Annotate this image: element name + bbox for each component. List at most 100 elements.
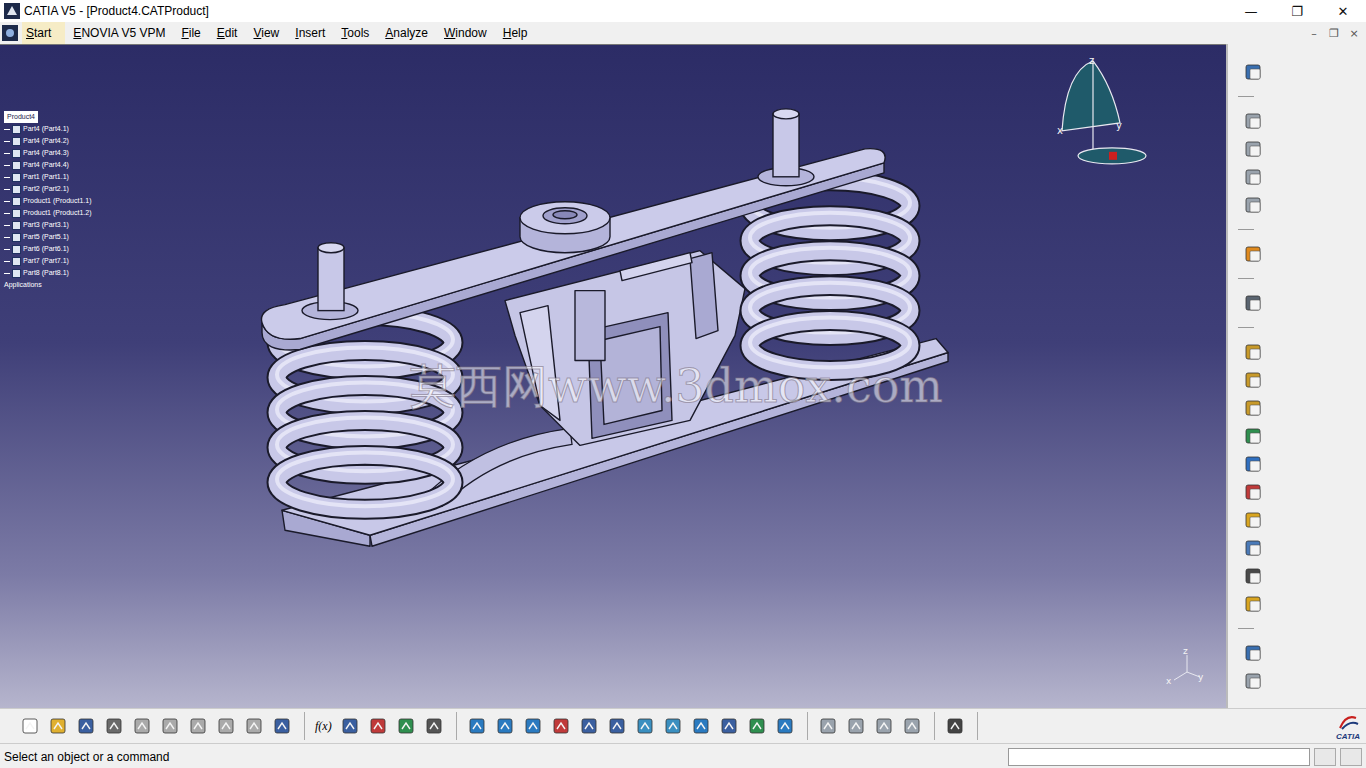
tool-icon[interactable] — [463, 712, 491, 740]
tree-item[interactable]: Part3 (Part3.1) — [4, 219, 91, 231]
tool-icon[interactable] — [1242, 534, 1266, 562]
menu-item[interactable]: Start — [22, 22, 65, 44]
tool-icon[interactable] — [715, 712, 743, 740]
tool-icon[interactable] — [72, 712, 100, 740]
menu-item[interactable]: File — [173, 22, 208, 44]
tool-icon[interactable] — [870, 712, 898, 740]
status-button[interactable] — [1314, 748, 1336, 766]
tool-icon[interactable] — [1242, 191, 1266, 219]
menu-item[interactable]: Tools — [333, 22, 377, 44]
tool-icon[interactable] — [364, 712, 392, 740]
tree-item[interactable]: Part4 (Part4.2) — [4, 135, 91, 147]
menu-item[interactable]: Help — [495, 22, 536, 44]
tool-icon[interactable] — [687, 712, 715, 740]
3d-viewport[interactable]: 莫西网www.3dmox.comzxyzxy Product4 Part4 (P… — [0, 44, 1226, 708]
part-icon — [12, 209, 21, 218]
tree-item[interactable]: Part2 (Part2.1) — [4, 183, 91, 195]
menu-item[interactable]: View — [245, 22, 287, 44]
tool-icon[interactable] — [1242, 58, 1266, 86]
tool-icon[interactable] — [1242, 562, 1266, 590]
tree-item[interactable]: Product1 (Product1.1) — [4, 195, 91, 207]
top-plate[interactable] — [261, 149, 885, 350]
window-control-button[interactable]: — — [1228, 0, 1274, 22]
tree-item[interactable]: Part6 (Part6.1) — [4, 243, 91, 255]
formula-button[interactable]: f(x) — [311, 719, 336, 734]
tool-icon[interactable] — [771, 712, 799, 740]
tree-item[interactable]: Part8 (Part8.1) — [4, 267, 91, 279]
tool-icon[interactable] — [491, 712, 519, 740]
tool-icon[interactable] — [184, 712, 212, 740]
tool-icon[interactable] — [1242, 639, 1266, 667]
tree-item[interactable]: Part5 (Part5.1) — [4, 231, 91, 243]
window-control-button[interactable]: ❐ — [1274, 0, 1320, 22]
compass[interactable]: zxy — [1057, 55, 1146, 164]
menu-item[interactable]: Insert — [287, 22, 333, 44]
part-icon — [12, 245, 21, 254]
tool-icon[interactable] — [1242, 590, 1266, 618]
toolbar-group — [463, 712, 808, 740]
status-button[interactable] — [1340, 748, 1362, 766]
tool-icon[interactable] — [941, 712, 969, 740]
tool-icon[interactable] — [547, 712, 575, 740]
tree-item[interactable]: Part4 (Part4.4) — [4, 159, 91, 171]
tree-item[interactable]: Part1 (Part1.1) — [4, 171, 91, 183]
tool-icon[interactable] — [1242, 107, 1266, 135]
menu-item[interactable]: Analyze — [377, 22, 436, 44]
tree-item[interactable]: Part7 (Part7.1) — [4, 255, 91, 267]
tool-icon[interactable] — [268, 712, 296, 740]
left-pin[interactable] — [302, 243, 358, 320]
tool-icon[interactable] — [420, 712, 448, 740]
tree-root[interactable]: Product4 — [4, 111, 38, 123]
tool-icon[interactable] — [814, 712, 842, 740]
status-bar: Select an object or a command — [0, 743, 1366, 768]
right-pin[interactable] — [758, 109, 814, 186]
tool-icon[interactable] — [1242, 338, 1266, 366]
tool-icon[interactable] — [16, 712, 44, 740]
specification-tree[interactable]: Product4 Part4 (Part4.1) Part4 (Part4.2)… — [4, 111, 91, 291]
command-input[interactable] — [1008, 748, 1310, 766]
tool-icon[interactable] — [156, 712, 184, 740]
tool-icon[interactable] — [575, 712, 603, 740]
tool-icon[interactable] — [44, 712, 72, 740]
tool-icon[interactable] — [603, 712, 631, 740]
tool-icon[interactable] — [1242, 135, 1266, 163]
tree-item[interactable]: Part4 (Part4.3) — [4, 147, 91, 159]
tool-icon[interactable] — [1242, 422, 1266, 450]
tool-icon[interactable] — [1242, 289, 1266, 317]
document-control-button[interactable]: ❐ — [1328, 27, 1340, 40]
center-bracket[interactable] — [505, 251, 745, 446]
assembly-model[interactable]: 莫西网www.3dmox.comzxyzxy — [0, 45, 1226, 708]
tool-icon[interactable] — [100, 712, 128, 740]
tree-item[interactable]: Product1 (Product1.2) — [4, 207, 91, 219]
tool-icon[interactable] — [1242, 394, 1266, 422]
tool-icon[interactable] — [1242, 240, 1266, 268]
tool-icon[interactable] — [898, 712, 926, 740]
tool-icon[interactable] — [1242, 163, 1266, 191]
document-control-button[interactable]: × — [1348, 27, 1360, 40]
tree-applications[interactable]: Applications — [4, 279, 91, 291]
tool-icon[interactable] — [392, 712, 420, 740]
tool-icon[interactable] — [1242, 506, 1266, 534]
tool-icon[interactable] — [519, 712, 547, 740]
tool-icon[interactable] — [336, 712, 364, 740]
tool-icon[interactable] — [1242, 366, 1266, 394]
tool-icon[interactable] — [842, 712, 870, 740]
tool-icon[interactable] — [659, 712, 687, 740]
center-boss[interactable] — [520, 202, 610, 253]
window-control-button[interactable]: ✕ — [1320, 0, 1366, 22]
menu-item[interactable]: Window — [436, 22, 495, 44]
tree-branch — [4, 141, 10, 142]
tool-icon[interactable] — [1242, 450, 1266, 478]
menu-item[interactable]: ENOVIA V5 VPM — [65, 22, 173, 44]
tree-item[interactable]: Part4 (Part4.1) — [4, 123, 91, 135]
bottom-toolbar: f(x) CATIA — [0, 708, 1366, 743]
tool-icon[interactable] — [1242, 667, 1266, 695]
document-control-button[interactable]: – — [1308, 27, 1320, 40]
tool-icon[interactable] — [631, 712, 659, 740]
tool-icon[interactable] — [240, 712, 268, 740]
tool-icon[interactable] — [128, 712, 156, 740]
tool-icon[interactable] — [743, 712, 771, 740]
tool-icon[interactable] — [1242, 478, 1266, 506]
tool-icon[interactable] — [212, 712, 240, 740]
menu-item[interactable]: Edit — [209, 22, 246, 44]
